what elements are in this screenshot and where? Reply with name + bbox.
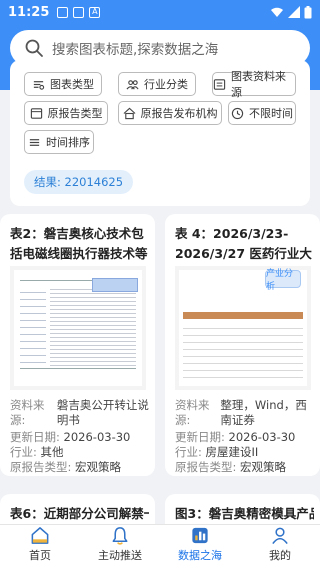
card-report-type: 原报告类型: 宏观策略 (10, 460, 122, 474)
institution-icon (123, 107, 135, 119)
card-industry: 行业: 房屋建设II (175, 445, 259, 459)
chart-tag: 产业分析 (265, 269, 301, 292)
clock-icon (231, 107, 244, 119)
card-title: 表2：磐吉奥核心技术包括电磁线圈执行器技术等 (10, 226, 148, 261)
filter-chart-type[interactable]: 图表类型 (24, 72, 102, 96)
data-sea-icon (192, 527, 208, 544)
profile-icon (272, 527, 288, 545)
search-input[interactable]: 搜索图表标题,探索数据之海 (52, 38, 218, 58)
card-title: 表6：近期部分公司解禁一 (10, 506, 149, 521)
filter-industry[interactable]: 行业分类 (118, 72, 196, 96)
filter-time[interactable]: 不限时间 (228, 101, 296, 125)
card-industry: 行业: 其他 (10, 445, 64, 459)
card-report-type: 原报告类型: 宏观策略 (175, 460, 287, 474)
notification-icon (73, 6, 85, 18)
filter-chart-source[interactable]: 图表资料来源 (212, 70, 296, 99)
source-icon (213, 78, 226, 90)
chart-thumbnail (10, 266, 146, 390)
card-title: 图3：磐吉奥精密模具产品 (175, 506, 314, 521)
nav-push[interactable]: 主动推送 (80, 525, 160, 568)
filter-report-type[interactable]: 原报告类型 (24, 101, 108, 125)
nav-mine[interactable]: 我的 (240, 525, 320, 568)
result-card[interactable]: 表 4：2026/3/23-2026/3/27 医药行业大宗... 产业分析 资… (165, 214, 320, 476)
search-icon (25, 39, 43, 57)
bell-icon (112, 527, 128, 545)
card-updated: 更新日期: 2026-03-30 (10, 430, 131, 444)
nav-data-sea[interactable]: 数据之海 (160, 525, 240, 568)
status-bar: 11:25 A (0, 0, 320, 24)
industry-icon (126, 79, 139, 90)
nav-home[interactable]: 首页 (0, 525, 80, 568)
sort-icon (29, 138, 40, 146)
font-icon: A (89, 6, 101, 18)
home-icon (31, 527, 49, 544)
signal-icon (288, 6, 300, 18)
report-type-icon (30, 107, 42, 119)
card-source: 资料来源: 整理，Wind，西南证券 (175, 398, 307, 427)
result-count: 结果: 22014625 (24, 170, 134, 194)
card-updated: 更新日期: 2026-03-30 (175, 430, 296, 444)
status-time: 11:25 (8, 4, 50, 20)
result-card[interactable]: 表2：磐吉奥核心技术包括电磁线圈执行器技术等 资料来源: 磐吉奥公开转让说明书 更… (0, 214, 155, 476)
filter-sort[interactable]: 时间排序 (24, 130, 94, 154)
wifi-icon (271, 7, 283, 17)
filter-institution[interactable]: 原报告发布机构 (118, 101, 222, 125)
card-source: 资料来源: 磐吉奥公开转让说明书 (10, 398, 149, 427)
battery-icon (304, 5, 312, 18)
sim-icon (57, 6, 69, 18)
bottom-nav: 首页 主动推送 数据之海 我的 (0, 524, 320, 568)
chart-type-icon (33, 80, 45, 90)
